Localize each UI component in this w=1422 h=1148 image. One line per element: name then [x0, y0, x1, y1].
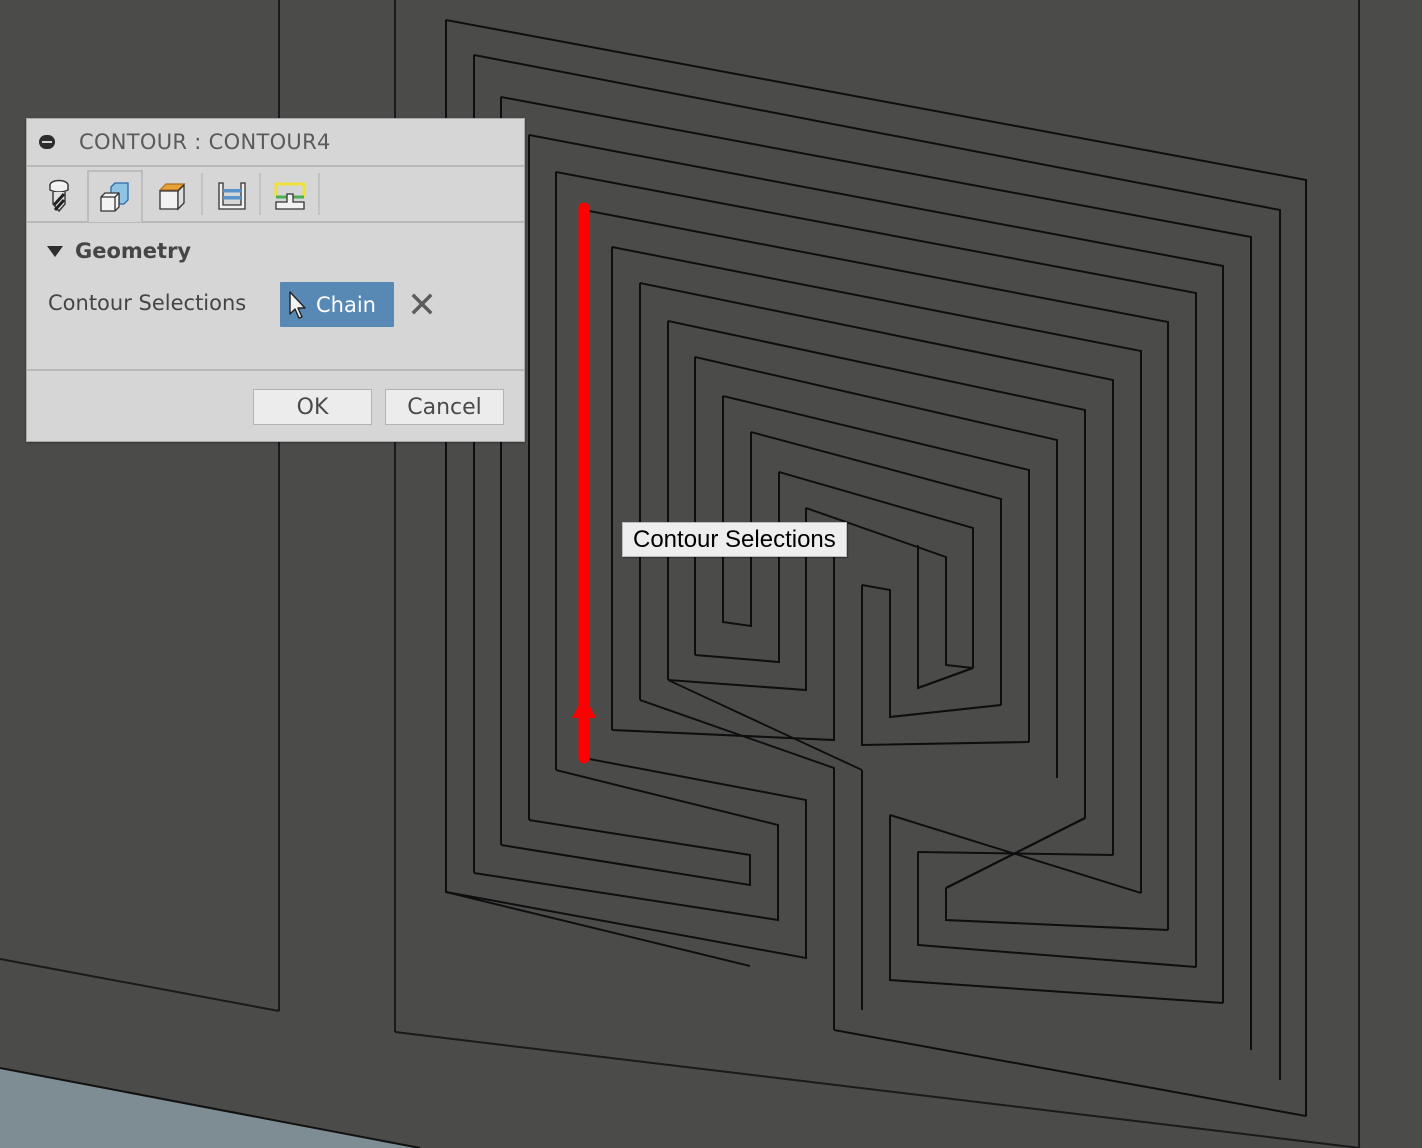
maze-wall [639, 699, 835, 1031]
dialog-tabs [27, 167, 524, 223]
maze-wall [473, 53, 1281, 1081]
maze-wall [945, 556, 974, 670]
contour-selections-label: Contour Selections [48, 291, 247, 315]
tab-linking[interactable] [262, 171, 318, 221]
cancel-button[interactable]: Cancel [385, 389, 504, 425]
drill-bit-icon [49, 179, 69, 213]
tab-heights[interactable] [145, 171, 201, 221]
chain-direction-arrow [572, 695, 596, 718]
cursor-arrow-icon [289, 290, 306, 319]
close-icon [411, 293, 433, 315]
maze-wall [861, 583, 1002, 719]
maze-outline [445, 18, 1307, 1118]
dialog-title-bar[interactable]: CONTOUR : CONTOUR4 [27, 119, 524, 167]
tab-passes[interactable] [204, 171, 260, 221]
geometry-block-icon [100, 182, 129, 212]
maze-wall [750, 431, 1002, 706]
chain-label: Chain [316, 292, 376, 317]
expand-triangle-icon [47, 245, 63, 257]
maze-wall [722, 395, 1030, 743]
linking-icon [274, 182, 306, 210]
maze-wall [722, 395, 752, 628]
maze-wall [500, 95, 1252, 1051]
tooltip: Contour Selections [622, 522, 847, 557]
geometry-section-header[interactable]: Geometry [47, 239, 191, 263]
maze-wall [667, 679, 863, 771]
maze-wall [778, 471, 974, 669]
section-title: Geometry [75, 239, 192, 263]
maze-wall [694, 355, 1058, 779]
tab-separator [201, 173, 203, 215]
maze-wall [611, 245, 1142, 894]
maze-wall [694, 471, 780, 664]
contour-dialog: CONTOUR : CONTOUR4 Geometry Contour Sele… [26, 118, 525, 442]
tab-tool[interactable] [31, 171, 87, 221]
ok-button[interactable]: OK [253, 389, 372, 425]
maze-wall [639, 281, 1114, 856]
collapse-icon[interactable] [39, 135, 55, 149]
heights-box-icon [158, 183, 186, 211]
dialog-title: CONTOUR : CONTOUR4 [79, 130, 331, 154]
maze-wall [833, 1028, 1307, 1118]
maze-wall [500, 818, 751, 887]
maze-wall [917, 851, 1197, 969]
passes-icon [218, 182, 246, 210]
tab-separator [318, 173, 320, 215]
clear-selection-button[interactable] [409, 291, 435, 317]
tab-geometry[interactable] [87, 170, 143, 222]
footer-divider [27, 369, 524, 371]
chain-selection-button[interactable]: Chain [280, 282, 394, 327]
maze-wall [667, 507, 807, 692]
tab-separator [259, 173, 261, 215]
